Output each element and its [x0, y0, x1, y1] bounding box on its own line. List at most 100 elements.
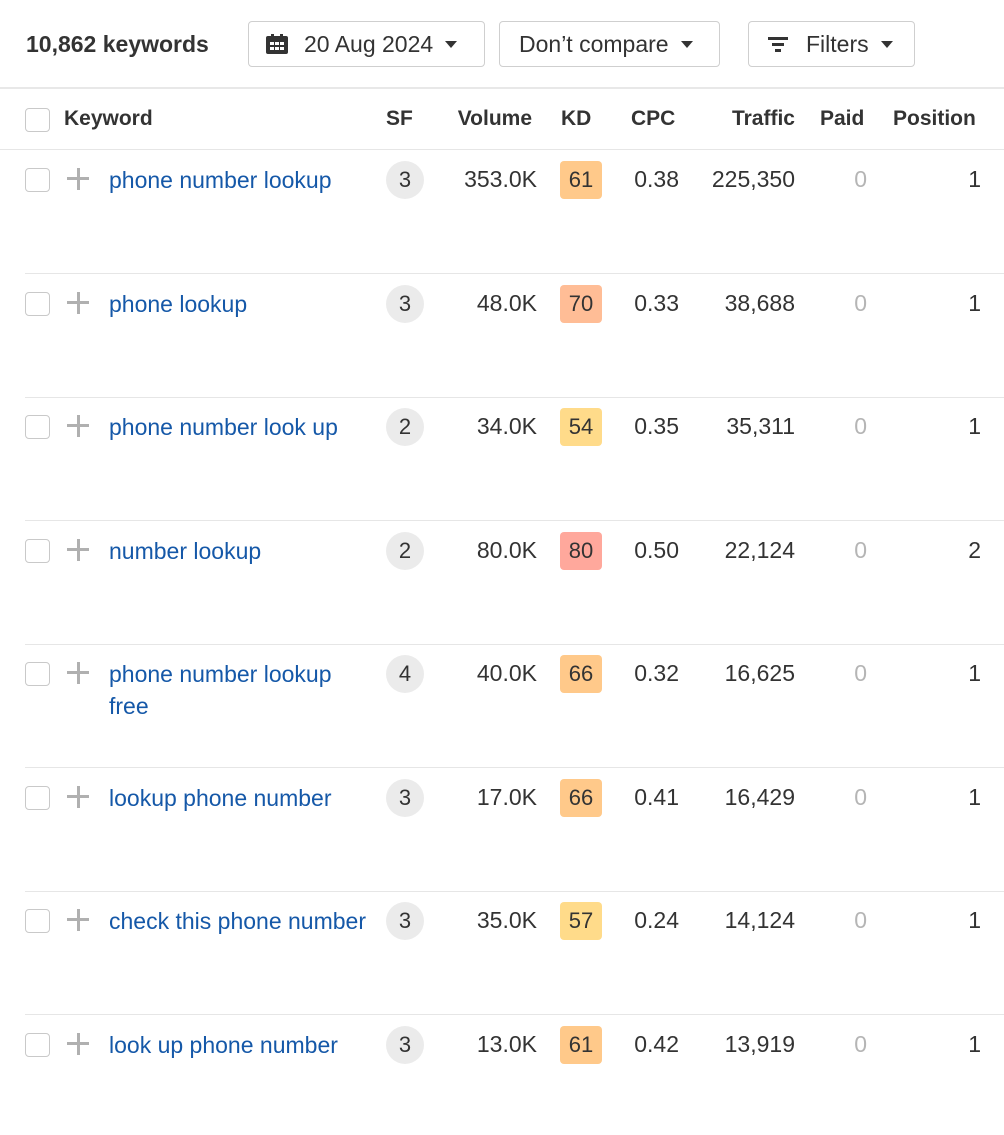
add-to-list-icon[interactable] — [67, 909, 89, 931]
paid-value: 0 — [854, 290, 867, 316]
column-header-kd[interactable]: KD — [561, 107, 591, 131]
table-row: look up phone number 3 13.0K 61 0.42 13,… — [25, 1015, 1004, 1135]
date-picker-button[interactable]: 20 Aug 2024 — [248, 21, 485, 67]
volume-value: 13.0K — [476, 1031, 537, 1057]
traffic-value: 16,429 — [724, 784, 795, 810]
paid-value: 0 — [854, 537, 867, 563]
volume-value: 48.0K — [476, 290, 537, 316]
keyword-link[interactable]: phone number lookup free — [109, 658, 369, 722]
table-row: check this phone number 3 35.0K 57 0.24 … — [25, 891, 1004, 1015]
table-header: Keyword SF Volume KD CPC Traffic Paid Po… — [0, 91, 1004, 150]
serp-features-count[interactable]: 3 — [386, 1026, 424, 1064]
keyword-link[interactable]: look up phone number — [109, 1029, 369, 1061]
row-checkbox[interactable] — [25, 168, 50, 192]
row-checkbox[interactable] — [25, 909, 50, 933]
traffic-value: 13,919 — [724, 1031, 795, 1057]
calendar-icon — [266, 34, 288, 54]
kd-badge: 61 — [560, 1026, 602, 1064]
cpc-value: 0.38 — [634, 166, 679, 192]
table-row: lookup phone number 3 17.0K 66 0.41 16,4… — [25, 768, 1004, 892]
table-row: phone number lookup free 4 40.0K 66 0.32… — [25, 644, 1004, 768]
paid-value: 0 — [854, 660, 867, 686]
chevron-down-icon — [445, 40, 458, 48]
serp-features-count[interactable]: 3 — [386, 779, 424, 817]
column-header-volume[interactable]: Volume — [440, 107, 532, 131]
column-header-keyword[interactable]: Keyword — [64, 107, 153, 131]
add-to-list-icon[interactable] — [67, 1033, 89, 1055]
kd-badge: 80 — [560, 532, 602, 570]
cpc-value: 0.33 — [634, 290, 679, 316]
keyword-link[interactable]: lookup phone number — [109, 782, 369, 814]
traffic-value: 22,124 — [724, 537, 795, 563]
volume-value: 34.0K — [476, 413, 537, 439]
filter-icon — [768, 37, 788, 52]
table-row: phone number lookup 3 353.0K 61 0.38 225… — [25, 150, 1004, 274]
row-checkbox[interactable] — [25, 1033, 50, 1057]
row-checkbox[interactable] — [25, 292, 50, 316]
serp-features-count[interactable]: 3 — [386, 161, 424, 199]
serp-features-count[interactable]: 2 — [386, 408, 424, 446]
traffic-value: 14,124 — [724, 907, 795, 933]
position-value: 2 — [968, 537, 981, 563]
keyword-link[interactable]: phone number lookup — [109, 164, 369, 196]
compare-label: Don’t compare — [519, 30, 669, 57]
compare-dropdown[interactable]: Don’t compare — [499, 21, 720, 67]
position-value: 1 — [968, 166, 981, 192]
keyword-count: 10,862 keywords — [26, 31, 209, 57]
row-checkbox[interactable] — [25, 786, 50, 810]
add-to-list-icon[interactable] — [67, 662, 89, 684]
keyword-link[interactable]: phone lookup — [109, 288, 369, 320]
keyword-link[interactable]: check this phone number — [109, 905, 369, 937]
serp-features-count[interactable]: 3 — [386, 285, 424, 323]
traffic-value: 38,688 — [724, 290, 795, 316]
column-header-paid[interactable]: Paid — [820, 107, 864, 131]
serp-features-count[interactable]: 4 — [386, 655, 424, 693]
add-to-list-icon[interactable] — [67, 539, 89, 561]
date-label: 20 Aug 2024 — [304, 30, 434, 57]
column-header-cpc[interactable]: CPC — [631, 107, 675, 131]
position-value: 1 — [968, 660, 981, 686]
paid-value: 0 — [854, 784, 867, 810]
traffic-value: 225,350 — [711, 166, 795, 192]
kd-badge: 57 — [560, 902, 602, 940]
kd-badge: 66 — [560, 655, 602, 693]
keyword-link[interactable]: number lookup — [109, 535, 369, 567]
keyword-link[interactable]: phone number look up — [109, 411, 369, 443]
add-to-list-icon[interactable] — [67, 292, 89, 314]
cpc-value: 0.41 — [634, 784, 679, 810]
paid-value: 0 — [854, 1031, 867, 1057]
table-row: phone number look up 2 34.0K 54 0.35 35,… — [25, 397, 1004, 521]
paid-value: 0 — [854, 907, 867, 933]
position-value: 1 — [968, 784, 981, 810]
chevron-down-icon — [680, 40, 693, 48]
volume-value: 17.0K — [476, 784, 537, 810]
volume-value: 40.0K — [476, 660, 537, 686]
row-checkbox[interactable] — [25, 539, 50, 563]
serp-features-count[interactable]: 3 — [386, 902, 424, 940]
position-value: 1 — [968, 290, 981, 316]
paid-value: 0 — [854, 413, 867, 439]
volume-value: 80.0K — [476, 537, 537, 563]
table-row: number lookup 2 80.0K 80 0.50 22,124 0 2 — [25, 521, 1004, 645]
serp-features-count[interactable]: 2 — [386, 532, 424, 570]
add-to-list-icon[interactable] — [67, 415, 89, 437]
add-to-list-icon[interactable] — [67, 168, 89, 190]
traffic-value: 16,625 — [724, 660, 795, 686]
column-header-sf[interactable]: SF — [386, 107, 413, 131]
add-to-list-icon[interactable] — [67, 786, 89, 808]
row-checkbox[interactable] — [25, 662, 50, 686]
volume-value: 353.0K — [464, 166, 537, 192]
position-value: 1 — [968, 907, 981, 933]
row-checkbox[interactable] — [25, 415, 50, 439]
cpc-value: 0.50 — [634, 537, 679, 563]
column-header-position[interactable]: Position — [893, 107, 976, 131]
select-all-checkbox[interactable] — [25, 108, 50, 132]
column-header-traffic[interactable]: Traffic — [700, 107, 795, 131]
filters-button[interactable]: Filters — [748, 21, 915, 67]
cpc-value: 0.24 — [634, 907, 679, 933]
cpc-value: 0.32 — [634, 660, 679, 686]
volume-value: 35.0K — [476, 907, 537, 933]
kd-badge: 66 — [560, 779, 602, 817]
filters-label: Filters — [806, 30, 869, 57]
toolbar: 10,862 keywords 20 Aug 2024 Don’t compar… — [0, 0, 1004, 89]
